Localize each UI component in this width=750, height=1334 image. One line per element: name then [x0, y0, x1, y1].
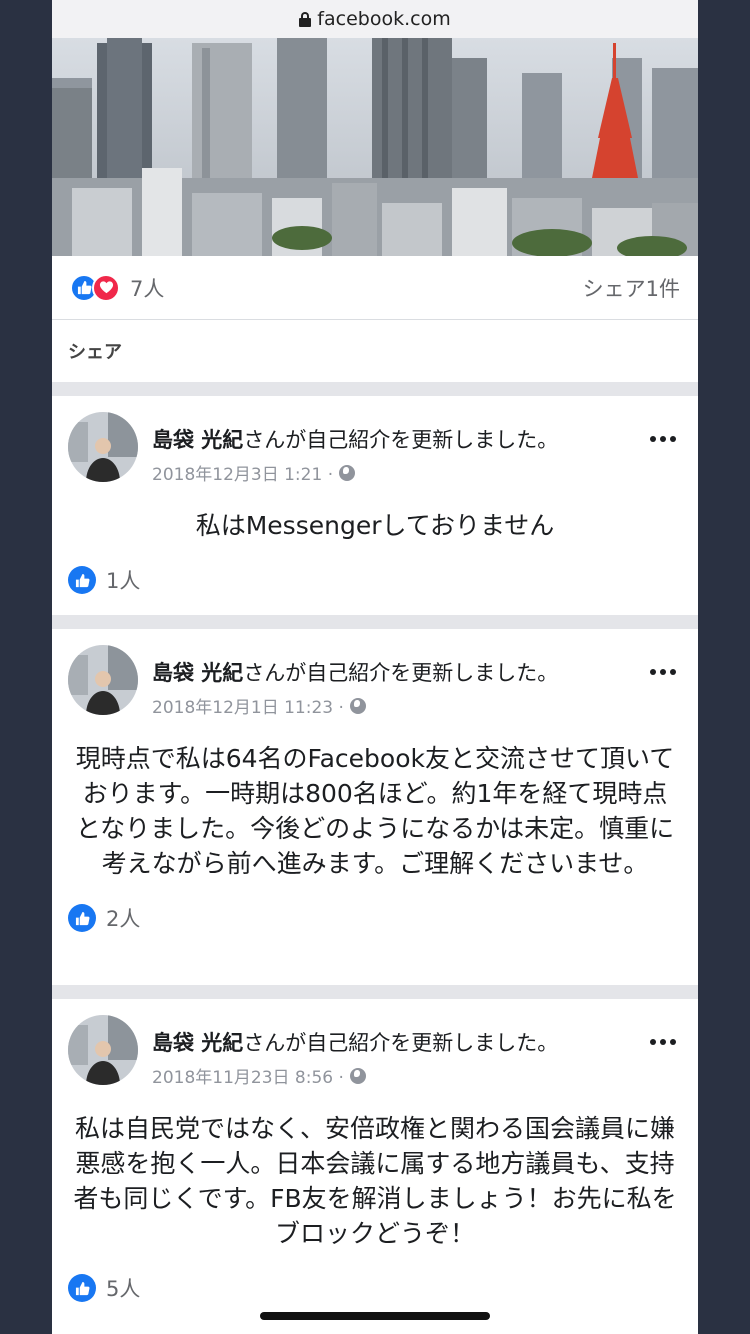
post-header: 島袋 光紀さんが自己紹介を更新しました。 2018年12月3日 1:21 ·	[52, 412, 698, 485]
post: 島袋 光紀さんが自己紹介を更新しました。 2018年12月1日 11:23 · …	[52, 629, 698, 985]
post-header: 島袋 光紀さんが自己紹介を更新しました。 2018年12月1日 11:23 ·	[52, 645, 698, 718]
globe-icon	[349, 697, 366, 714]
post-headline: 島袋 光紀さんが自己紹介を更新しました。	[152, 657, 558, 687]
post-text: 現時点で私は64名のFacebook友と交流させて頂いております。一時期は800…	[75, 744, 675, 878]
globe-icon	[339, 464, 356, 481]
more-options-button[interactable]	[650, 669, 676, 675]
post-text: 私はMessengerしておりません	[195, 511, 555, 540]
author-name[interactable]: 島袋 光紀	[152, 1031, 243, 1055]
post-timestamp[interactable]: 2018年12月1日 11:23 ·	[152, 693, 344, 718]
reaction-count[interactable]: 7人	[130, 273, 164, 303]
like-reaction-icon	[68, 1274, 96, 1302]
share-button[interactable]: シェア	[52, 320, 698, 382]
post-reactions[interactable]: 2人	[52, 903, 698, 933]
avatar[interactable]	[68, 412, 138, 482]
post: 島袋 光紀さんが自己紹介を更新しました。 2018年11月23日 8:56 · …	[52, 999, 698, 1334]
post-action: さんが自己紹介を更新しました。	[243, 661, 559, 685]
facebook-mobile-page: facebook.com 7人 シェア1件 シェア 島袋 光紀さんが自己紹介を更…	[52, 0, 698, 1334]
post-timestamp[interactable]: 2018年11月23日 8:56 ·	[152, 1063, 344, 1088]
post-action: さんが自己紹介を更新しました。	[243, 428, 559, 452]
home-indicator[interactable]	[260, 1312, 490, 1320]
more-options-button[interactable]	[650, 1039, 676, 1045]
shared-city-photo[interactable]	[52, 38, 698, 256]
like-reaction-icon	[68, 566, 96, 594]
post-headline: 島袋 光紀さんが自己紹介を更新しました。	[152, 424, 558, 454]
browser-url-bar[interactable]: facebook.com	[52, 0, 698, 38]
post-action: さんが自己紹介を更新しました。	[243, 1031, 559, 1055]
post-reactions[interactable]: 1人	[52, 565, 698, 595]
post-engagement-card: 7人 シェア1件 シェア	[52, 256, 698, 382]
url-text: facebook.com	[317, 8, 451, 30]
avatar[interactable]	[68, 1015, 138, 1085]
post-text: 私は自民党ではなく、安倍政権と関わる国会議員に嫌悪感を抱く一人。日本会議に属する…	[73, 1114, 677, 1248]
lock-icon	[299, 11, 312, 27]
post-headline: 島袋 光紀さんが自己紹介を更新しました。	[152, 1027, 558, 1057]
post-reactions[interactable]: 5人	[52, 1273, 698, 1303]
author-name[interactable]: 島袋 光紀	[152, 428, 243, 452]
like-count: 2人	[106, 907, 141, 931]
more-options-button[interactable]	[650, 436, 676, 442]
post-timestamp[interactable]: 2018年12月3日 1:21 ·	[152, 460, 333, 485]
reaction-stats-row: 7人 シェア1件	[52, 256, 698, 320]
post: 島袋 光紀さんが自己紹介を更新しました。 2018年12月3日 1:21 · 私…	[52, 396, 698, 615]
author-name[interactable]: 島袋 光紀	[152, 661, 243, 685]
reaction-icons[interactable]	[70, 273, 120, 302]
like-count: 5人	[106, 1277, 141, 1301]
like-reaction-icon	[68, 904, 96, 932]
love-reaction-icon	[92, 273, 120, 302]
globe-icon	[349, 1067, 366, 1084]
post-header: 島袋 光紀さんが自己紹介を更新しました。 2018年11月23日 8:56 ·	[52, 1015, 698, 1088]
avatar[interactable]	[68, 645, 138, 715]
share-count[interactable]: シェア1件	[583, 273, 680, 303]
share-label: シェア	[68, 342, 122, 363]
like-count: 1人	[106, 569, 141, 593]
